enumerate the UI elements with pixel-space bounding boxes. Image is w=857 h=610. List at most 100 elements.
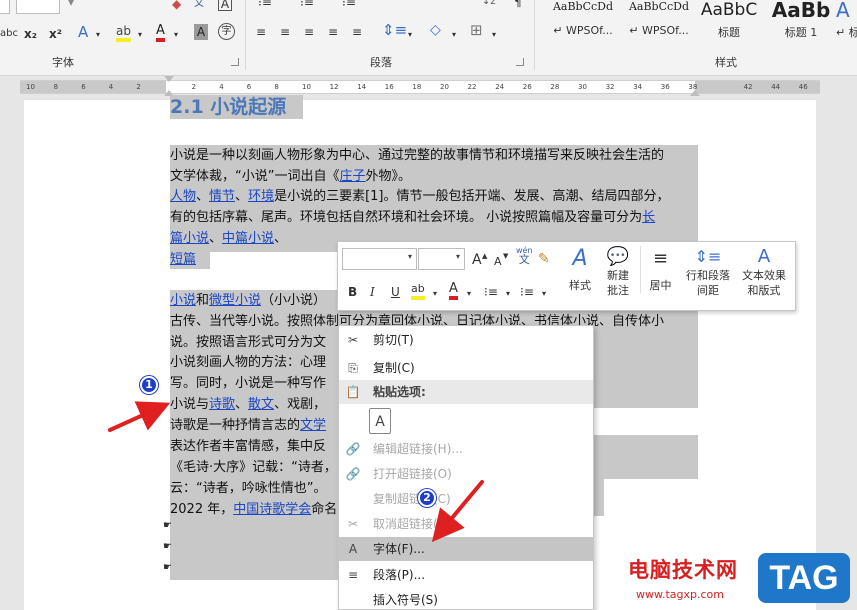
font-size-field[interactable]: ▾ bbox=[418, 248, 465, 270]
numbering-icon[interactable]: ⁝≡ bbox=[300, 0, 314, 10]
text-effects-button[interactable]: A 文本效果 和版式 bbox=[736, 246, 792, 298]
font-size-dropdown[interactable] bbox=[0, 0, 10, 14]
document-line[interactable]: 2022 年，中国诗歌学会命名 bbox=[170, 499, 337, 520]
italic-button[interactable]: I bbox=[370, 284, 375, 300]
hyperlink[interactable]: 诗歌 bbox=[209, 397, 235, 412]
align-center-icon[interactable]: ≡ bbox=[280, 24, 290, 40]
chevron-down-icon[interactable]: ▾ bbox=[456, 252, 460, 261]
chevron-down-icon[interactable]: ▾ bbox=[542, 286, 546, 302]
subscript-icon[interactable]: x₂ bbox=[24, 26, 37, 42]
align-left-icon[interactable]: ≡ bbox=[256, 24, 266, 40]
line-spacing-icon[interactable]: ⇕≡ bbox=[382, 22, 407, 38]
hyperlink[interactable]: 情节 bbox=[209, 189, 235, 204]
context-menu-item-paragraph[interactable]: ≡ 段落(P)... bbox=[339, 563, 593, 587]
chevron-down-icon[interactable]: ▾ bbox=[452, 27, 456, 43]
hyperlink[interactable]: 文学 bbox=[300, 418, 326, 433]
hyperlink[interactable]: 篇小说 bbox=[170, 231, 209, 246]
chevron-down-icon[interactable]: ▾ bbox=[96, 27, 100, 43]
style-heading2[interactable]: A ↵ 标 bbox=[836, 0, 857, 50]
document-line[interactable]: 文学体裁，“小说”一词出自《庄子外物》。 bbox=[170, 166, 411, 187]
paragraph-dialog-launcher-icon[interactable] bbox=[516, 58, 524, 66]
justify-icon[interactable]: ≡ bbox=[328, 24, 338, 40]
bold-button[interactable]: B bbox=[348, 284, 357, 300]
style-normal[interactable]: AaBbCcDd ↵ WPSOf... bbox=[548, 0, 618, 50]
phonetic-guide-icon[interactable]: 文 bbox=[194, 0, 204, 12]
font-name-dropdown[interactable] bbox=[16, 0, 60, 14]
font-color-icon[interactable]: A bbox=[449, 282, 458, 300]
bullets-icon[interactable]: ⁝≡ bbox=[258, 0, 272, 10]
hyperlink[interactable]: 短篇 bbox=[170, 252, 196, 267]
hyperlink[interactable]: 庄子 bbox=[339, 169, 365, 184]
distributed-icon[interactable]: ≡ bbox=[352, 24, 362, 40]
text-effects-icon[interactable]: A bbox=[78, 24, 88, 40]
indent-marker-icon[interactable] bbox=[164, 76, 174, 82]
phonetic-guide-icon[interactable]: wén 文 bbox=[516, 246, 533, 265]
numbering-icon[interactable]: ⁝≡ bbox=[520, 284, 534, 300]
document-line[interactable]: 篇小说、中篇小说、 bbox=[170, 228, 287, 249]
chevron-down-icon[interactable]: ▾ bbox=[408, 27, 412, 43]
document-line[interactable]: 小说与诗歌、散文、戏剧， bbox=[170, 394, 326, 415]
chevron-down-icon[interactable]: ▾ bbox=[467, 286, 471, 302]
document-line[interactable]: 云：“诗者，吟咏性情也”。 bbox=[170, 478, 326, 499]
borders-icon[interactable]: ⊞ bbox=[470, 22, 483, 38]
center-button[interactable]: ≡ 居中 bbox=[640, 246, 680, 293]
hyperlink[interactable]: 小说 bbox=[170, 293, 196, 308]
document-line[interactable]: 小说是一种以刻画人物形象为中心、通过完整的故事情节和环境描写来反映社会生活的 bbox=[170, 145, 664, 166]
format-painter-icon[interactable]: ✎ bbox=[538, 251, 550, 267]
chevron-down-icon[interactable]: ▾ bbox=[433, 286, 437, 302]
document-line[interactable]: 有的包括序幕、尾声。环境包括自然环境和社会环境。 小说按照篇幅及容量可分为长 bbox=[170, 207, 655, 228]
grow-font-icon[interactable]: A bbox=[472, 252, 482, 268]
hyperlink[interactable]: 散文 bbox=[248, 397, 274, 412]
hyperlink[interactable]: 中国诗歌学会 bbox=[233, 502, 311, 517]
highlight-color-icon[interactable]: ab bbox=[411, 282, 425, 300]
font-name-field[interactable]: ▾ bbox=[342, 248, 417, 270]
context-menu-item-scissors[interactable]: ✂ 剪切(T) bbox=[339, 328, 593, 352]
font-color-icon[interactable]: A bbox=[156, 24, 165, 42]
line-spacing-button[interactable]: ⇕≡ 行和段落 间距 bbox=[682, 246, 734, 298]
shrink-font-icon[interactable]: A bbox=[494, 254, 502, 270]
style-normal-2[interactable]: AaBbCcDd ↵ WPSOf... bbox=[624, 0, 694, 50]
char-shading-icon[interactable]: A bbox=[194, 24, 208, 40]
show-marks-icon[interactable]: ¶ bbox=[514, 0, 522, 10]
new-comment-button[interactable]: 💬 新建 批注 bbox=[600, 246, 636, 298]
align-right-icon[interactable]: ≡ bbox=[304, 24, 314, 40]
hyperlink[interactable]: 环境 bbox=[248, 189, 274, 204]
chevron-down-icon[interactable]: ▾ bbox=[408, 252, 412, 261]
hyperlink[interactable]: 人物 bbox=[170, 189, 196, 204]
enclose-char-icon[interactable]: 字 bbox=[218, 23, 235, 40]
document-line[interactable]: 人物、情节、环境是小说的三要素[1]。情节一般包括开端、发展、高潮、结局四部分， bbox=[170, 186, 670, 207]
hyperlink[interactable]: 长 bbox=[642, 210, 655, 225]
underline-button[interactable]: U bbox=[391, 284, 400, 300]
clear-format-icon[interactable]: ◆ bbox=[172, 0, 181, 12]
font-color-swatch-icon[interactable]: ▾ bbox=[68, 0, 74, 10]
document-line[interactable]: 短篇 bbox=[170, 249, 196, 270]
context-menu-item-copy[interactable]: ⎘ 复制(C) bbox=[339, 356, 593, 380]
document-line[interactable]: 小说和微型小说（小小说） bbox=[170, 290, 326, 311]
context-menu-item-paste-text-only[interactable]: A bbox=[339, 406, 593, 436]
context-menu-item-font[interactable]: A 字体(F)... bbox=[339, 537, 593, 561]
font-dialog-launcher-icon[interactable] bbox=[231, 58, 239, 66]
context-menu-item-insert-symbol[interactable]: 插入符号(S) bbox=[339, 588, 593, 610]
bullets-icon[interactable]: ⁝≡ bbox=[484, 284, 498, 300]
document-line[interactable]: 说。按照语言形式可分为文 bbox=[170, 332, 326, 353]
styles-button[interactable]: A 样式 bbox=[562, 246, 598, 293]
multilevel-list-icon[interactable]: ⁝≡ bbox=[342, 0, 356, 10]
right-indent-marker-icon[interactable] bbox=[690, 90, 700, 96]
hyperlink[interactable]: 中篇小说 bbox=[222, 231, 274, 246]
superscript-icon[interactable]: x² bbox=[49, 26, 62, 42]
chevron-down-icon[interactable]: ▾ bbox=[506, 286, 510, 302]
chevron-down-icon[interactable]: ▾ bbox=[174, 27, 178, 43]
style-heading1[interactable]: AaBb 标题 1 bbox=[768, 0, 834, 50]
chevron-down-icon[interactable]: ▾ bbox=[492, 27, 496, 43]
document-heading[interactable]: 2.1 小说起源 bbox=[170, 92, 286, 119]
sort-icon[interactable]: ↓z bbox=[482, 0, 496, 10]
document-line[interactable]: 诗歌是一种抒情言志的文学 bbox=[170, 415, 326, 436]
horizontal-ruler[interactable]: 10 8 6 4 2 2 4 6 8 10 12 14 16 18 20 22 24 26 28 30 32 34 36 38… bbox=[0, 76, 857, 98]
document-line[interactable]: 写。同时，小说是一种写作 bbox=[170, 373, 326, 394]
char-border-icon[interactable]: A bbox=[218, 0, 232, 11]
highlight-color-icon[interactable]: ab bbox=[116, 24, 131, 42]
shading-icon[interactable]: ◇ bbox=[430, 22, 441, 38]
hyperlink[interactable]: 微型小说 bbox=[209, 293, 261, 308]
strikethrough-icon[interactable]: abc bbox=[0, 26, 18, 42]
style-title[interactable]: AaBbC 标题 bbox=[696, 0, 762, 50]
